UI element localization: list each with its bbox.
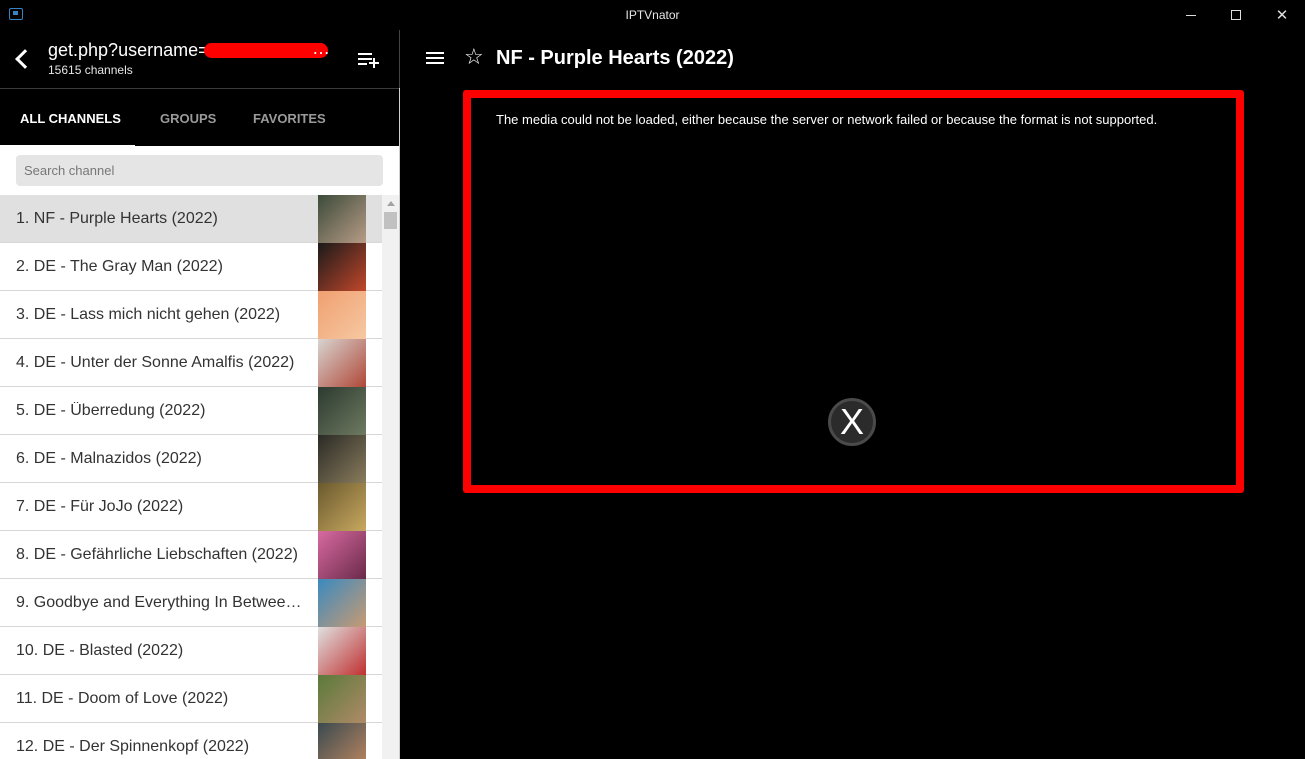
channel-item[interactable]: 11. DE - Doom of Love (2022) xyxy=(0,675,382,723)
channel-label: 4. DE - Unter der Sonne Amalfis (2022) xyxy=(16,354,295,371)
favorite-star-icon[interactable]: ☆ xyxy=(464,44,484,70)
channel-thumbnail xyxy=(318,243,366,291)
maximize-button[interactable] xyxy=(1213,0,1259,30)
channel-thumbnail xyxy=(318,627,366,675)
channel-label: 3. DE - Lass mich nicht gehen (2022) xyxy=(16,306,281,323)
title-bar: IPTVnator ✕ xyxy=(0,0,1305,30)
sidebar-header: get.php?username= … 15615 channels xyxy=(0,30,400,88)
minimize-icon xyxy=(1186,14,1196,16)
search-channel-input[interactable] xyxy=(16,155,383,186)
tab-all-channels[interactable]: ALL CHANNELS xyxy=(0,89,135,147)
channel-item[interactable]: 7. DE - Für JoJo (2022) xyxy=(0,483,382,531)
channel-item[interactable]: 8. DE - Gefährliche Liebschaften (2022) xyxy=(0,531,382,579)
channel-item[interactable]: 5. DE - Überredung (2022) xyxy=(0,387,382,435)
playlist-title-overflow: … xyxy=(312,38,331,58)
channel-thumbnail xyxy=(318,435,366,483)
tab-favorites[interactable]: FAVORITES xyxy=(239,89,342,147)
channel-count: 15615 channels xyxy=(48,63,133,77)
video-player[interactable]: The media could not be loaded, either be… xyxy=(463,90,1244,493)
maximize-icon xyxy=(1231,10,1241,20)
channel-thumbnail xyxy=(318,387,366,435)
back-arrow-icon[interactable] xyxy=(10,47,34,71)
channel-label: 2. DE - The Gray Man (2022) xyxy=(16,258,223,275)
tab-groups[interactable]: GROUPS xyxy=(135,89,239,147)
channel-label: 10. DE - Blasted (2022) xyxy=(16,642,184,659)
minimize-button[interactable] xyxy=(1168,0,1214,30)
channel-thumbnail xyxy=(318,291,366,339)
channel-item[interactable]: 1. NF - Purple Hearts (2022) xyxy=(0,195,382,243)
channel-label: 7. DE - Für JoJo (2022) xyxy=(16,498,184,515)
channel-label: 5. DE - Überredung (2022) xyxy=(16,402,206,419)
channel-label: 1. NF - Purple Hearts (2022) xyxy=(16,210,218,227)
channel-title: NF - Purple Hearts (2022) xyxy=(496,47,734,69)
player-pane: ☆ NF - Purple Hearts (2022) The media co… xyxy=(400,30,1305,759)
channel-thumbnail xyxy=(318,531,366,579)
channel-item[interactable]: 10. DE - Blasted (2022) xyxy=(0,627,382,675)
error-x-icon: X xyxy=(828,398,876,446)
player-error-message: The media could not be loaded, either be… xyxy=(496,112,1158,127)
channel-thumbnail xyxy=(318,675,366,723)
channel-thumbnail xyxy=(318,483,366,531)
playlist-title: get.php?username= xyxy=(48,40,209,60)
playlist-add-icon[interactable] xyxy=(356,50,380,70)
close-icon: ✕ xyxy=(1275,7,1289,24)
channel-item[interactable]: 6. DE - Malnazidos (2022) xyxy=(0,435,382,483)
channel-item[interactable]: 9. Goodbye and Everything In Between ... xyxy=(0,579,382,627)
channel-list: 1. NF - Purple Hearts (2022) 2. DE - The… xyxy=(0,195,382,759)
window-title: IPTVnator xyxy=(625,8,680,22)
channel-list-scrollbar[interactable] xyxy=(382,195,399,759)
close-button[interactable]: ✕ xyxy=(1259,0,1305,30)
channel-item[interactable]: 2. DE - The Gray Man (2022) xyxy=(0,243,382,291)
scroll-up-arrow-icon[interactable] xyxy=(387,201,395,206)
sidebar-tabs: ALL CHANNELS GROUPS FAVORITES xyxy=(0,88,399,147)
channel-sidebar: get.php?username= … 15615 channels ALL C… xyxy=(0,30,400,759)
channel-thumbnail xyxy=(318,723,366,759)
channel-thumbnail xyxy=(318,195,366,243)
menu-icon[interactable] xyxy=(426,50,446,66)
channel-thumbnail xyxy=(318,579,366,627)
channel-label: 12. DE - Der Spinnenkopf (2022) xyxy=(16,738,250,755)
scrollbar-thumb[interactable] xyxy=(384,212,397,229)
channel-label: 8. DE - Gefährliche Liebschaften (2022) xyxy=(16,546,298,563)
channel-label: 9. Goodbye and Everything In Between ... xyxy=(16,594,306,611)
channel-item[interactable]: 4. DE - Unter der Sonne Amalfis (2022) xyxy=(0,339,382,387)
channel-label: 11. DE - Doom of Love (2022) xyxy=(16,690,229,707)
channel-item[interactable]: 12. DE - Der Spinnenkopf (2022) xyxy=(0,723,382,759)
redaction-mark xyxy=(204,43,328,58)
channel-thumbnail xyxy=(318,339,366,387)
channel-label: 6. DE - Malnazidos (2022) xyxy=(16,450,202,467)
channel-item[interactable]: 3. DE - Lass mich nicht gehen (2022) xyxy=(0,291,382,339)
